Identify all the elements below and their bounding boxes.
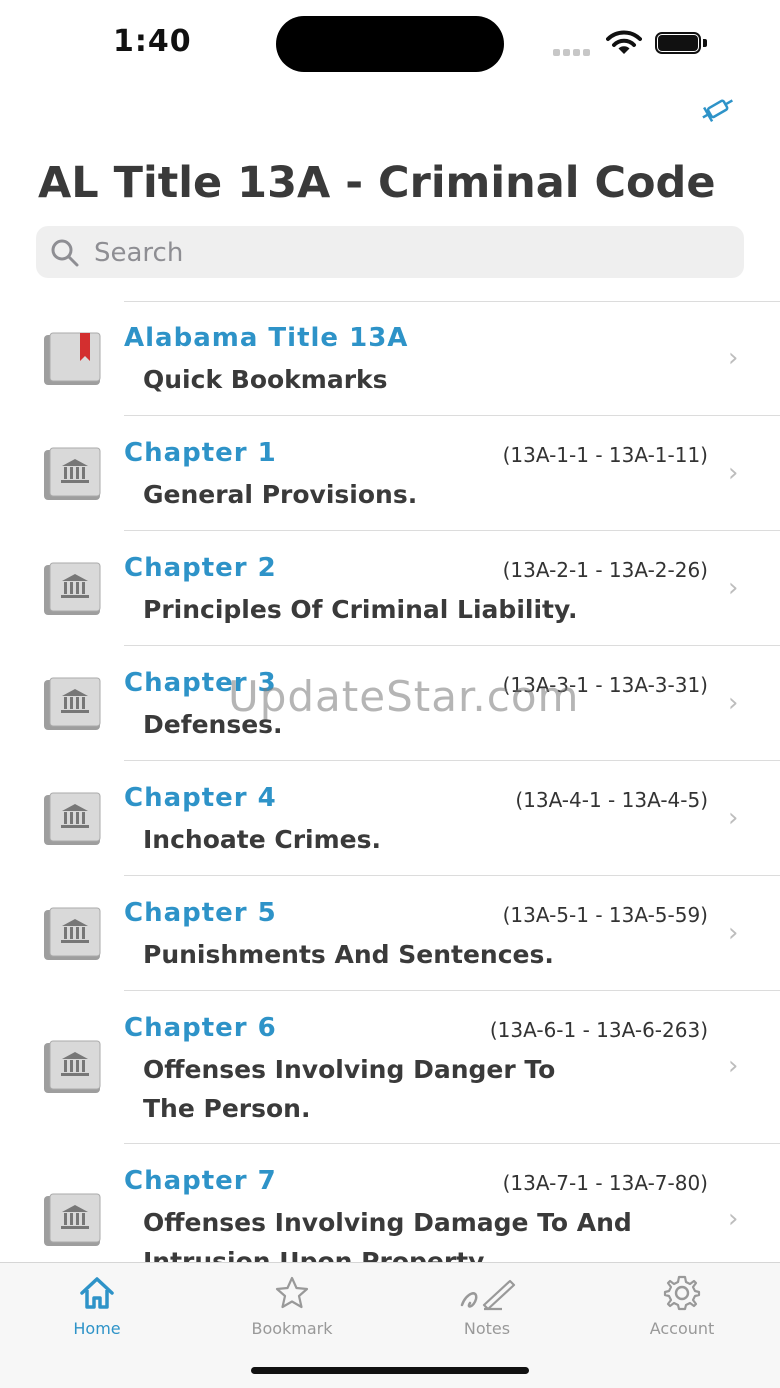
chevron-right-icon: › [728, 1204, 739, 1234]
law-book-icon [44, 677, 101, 730]
home-indicator [251, 1367, 529, 1374]
battery-icon [655, 32, 707, 54]
law-book-icon [44, 562, 101, 615]
chapter-subtitle: Punishments And Sentences. [143, 940, 554, 969]
wifi-icon [606, 30, 642, 54]
chevron-right-icon: › [728, 803, 739, 833]
bookmark-book-icon [44, 332, 101, 385]
pin-icon[interactable] [700, 94, 740, 128]
chapter-range: (13A-2-1 - 13A-2-26) [502, 558, 708, 582]
chapter-range: (13A-6-1 - 13A-6-263) [489, 1018, 708, 1042]
chevron-right-icon: › [728, 688, 739, 718]
search-icon [51, 239, 79, 267]
tab-notes[interactable]: Notes [417, 1273, 557, 1338]
law-book-icon [44, 907, 101, 960]
chapter-subtitle: Inchoate Crimes. [143, 825, 382, 854]
chapter-title: Chapter 2 [124, 553, 277, 583]
search-bar[interactable] [36, 226, 744, 278]
chapter-title: Chapter 7 [124, 1166, 277, 1196]
chapter-row[interactable]: Chapter 2 (13A-2-1 - 13A-2-26) Principle… [0, 531, 780, 646]
chapter-list: Alabama Title 13A Quick Bookmarks › Chap… [0, 301, 780, 1297]
dynamic-island [276, 16, 504, 72]
row-subtitle: Quick Bookmarks [143, 365, 388, 394]
chevron-right-icon: › [728, 1051, 739, 1081]
quick-bookmarks-row[interactable]: Alabama Title 13A Quick Bookmarks › [0, 301, 780, 416]
tab-bookmark[interactable]: Bookmark [222, 1273, 362, 1338]
chapter-title: Chapter 6 [124, 1013, 277, 1043]
chapter-range: (13A-5-1 - 13A-5-59) [502, 903, 708, 927]
law-book-icon [44, 1193, 101, 1246]
home-icon [80, 1277, 114, 1309]
status-time: 1:40 [113, 24, 192, 59]
law-book-icon [44, 447, 101, 500]
tab-label: Notes [463, 1319, 511, 1338]
chevron-right-icon: › [728, 343, 739, 373]
chapter-row[interactable]: Chapter 4 (13A-4-1 - 13A-4-5) Inchoate C… [0, 761, 780, 876]
tab-label: Account [649, 1319, 715, 1338]
chapter-range: (13A-4-1 - 13A-4-5) [515, 788, 708, 812]
law-book-icon [44, 792, 101, 845]
tab-account[interactable]: Account [612, 1273, 752, 1338]
cellular-signal-icon [553, 41, 593, 60]
chapter-title: Chapter 5 [124, 898, 277, 928]
pen-icon [460, 1279, 516, 1311]
gear-icon [663, 1275, 701, 1311]
tab-label: Bookmark [251, 1319, 333, 1338]
chapter-row[interactable]: Chapter 5 (13A-5-1 - 13A-5-59) Punishmen… [0, 876, 780, 991]
chapter-range: (13A-7-1 - 13A-7-80) [502, 1171, 708, 1195]
chapter-subtitle: General Provisions. [143, 480, 418, 509]
law-book-icon [44, 1040, 101, 1093]
watermark: UpdateStar.com [228, 672, 580, 721]
chevron-right-icon: › [728, 458, 739, 488]
chevron-right-icon: › [728, 918, 739, 948]
tab-label: Home [73, 1319, 121, 1338]
page-title: AL Title 13A - Criminal Code [38, 158, 716, 208]
chapter-subtitle: Offenses Involving Danger To The Person. [143, 1055, 556, 1123]
chapter-title: Chapter 1 [124, 438, 277, 468]
row-title: Alabama Title 13A [124, 323, 409, 353]
chevron-right-icon: › [728, 573, 739, 603]
chapter-subtitle: Principles Of Criminal Liability. [143, 595, 578, 624]
search-input[interactable] [92, 232, 716, 274]
chapter-row[interactable]: Chapter 6 (13A-6-1 - 13A-6-263) Offenses… [0, 991, 780, 1144]
star-icon [275, 1276, 309, 1309]
chapter-range: (13A-1-1 - 13A-1-11) [502, 443, 708, 467]
chapter-row[interactable]: Chapter 1 (13A-1-1 - 13A-1-11) General P… [0, 416, 780, 531]
status-bar: 1:40 [0, 0, 780, 88]
tab-home[interactable]: Home [27, 1273, 167, 1338]
chapter-title: Chapter 4 [124, 783, 277, 813]
